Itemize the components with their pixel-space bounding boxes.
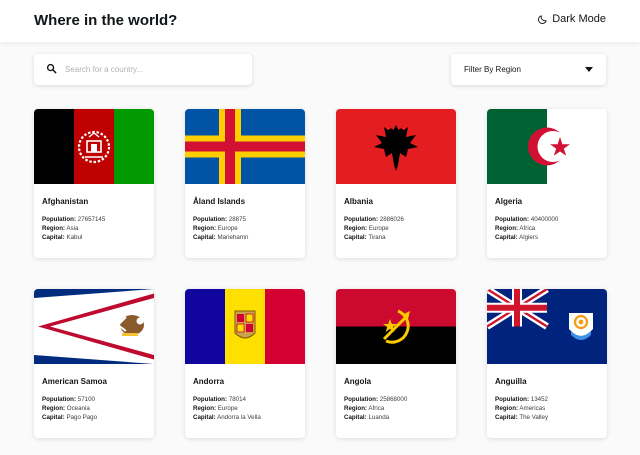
region-value: Europe [368, 225, 389, 232]
population-value: 27657145 [77, 216, 106, 223]
country-card[interactable]: Åland Islands Population: 28875 Region: … [185, 109, 305, 258]
search-icon [46, 61, 57, 79]
population-label: Population: [344, 216, 379, 223]
population-value: 78014 [228, 396, 246, 403]
country-card[interactable]: American Samoa Population: 57100 Region:… [34, 289, 154, 438]
capital-value: Tirana [368, 234, 386, 241]
dark-mode-label: Dark Mode [552, 13, 606, 25]
capital-label: Capital: [344, 414, 367, 421]
capital-value: Mariehamn [217, 234, 249, 241]
capital-label: Capital: [495, 234, 518, 241]
population-label: Population: [495, 396, 530, 403]
andorra-flag [185, 289, 305, 364]
region-value: Europe [217, 225, 238, 232]
app-title: Where in the world? [34, 12, 178, 29]
population-value: 2886026 [379, 216, 404, 223]
region-label: Region: [193, 405, 217, 412]
country-name: Anguilla [495, 377, 527, 386]
population-value: 40400000 [530, 216, 559, 223]
search-box[interactable] [34, 54, 252, 85]
country-card[interactable]: Afghanistan Population: 27657145 Region:… [34, 109, 154, 258]
capital-label: Capital: [344, 234, 367, 241]
region-label: Region: [344, 225, 368, 232]
algeria-flag [487, 109, 607, 184]
population-value: 13452 [530, 396, 548, 403]
country-card[interactable]: Andorra Population: 78014 Region: Europe… [185, 289, 305, 438]
search-input[interactable] [65, 65, 235, 74]
anguilla-flag [487, 289, 607, 364]
country-name: Åland Islands [193, 197, 246, 206]
region-label: Region: [495, 405, 519, 412]
moon-icon [537, 14, 548, 25]
population-label: Population: [193, 396, 228, 403]
region-label: Region: [344, 405, 368, 412]
region-value: Europe [217, 405, 238, 412]
population-label: Population: [42, 396, 77, 403]
site-header: Where in the world? Dark Mode [0, 0, 640, 42]
region-value: Africa [519, 225, 536, 232]
country-name: Albania [344, 197, 373, 206]
country-name: Andorra [193, 377, 225, 386]
country-card[interactable]: Albania Population: 2886026 Region: Euro… [336, 109, 456, 258]
capital-value: Andorra la Vella [217, 414, 261, 421]
region-label: Region: [42, 405, 66, 412]
country-card[interactable]: Angola Population: 25868000 Region: Afri… [336, 289, 456, 438]
region-filter-label: Filter By Region [464, 65, 521, 74]
capital-value: Algiers [519, 234, 539, 241]
region-value: Oceania [66, 405, 90, 412]
caret-down-icon [585, 65, 593, 74]
country-name: American Samoa [42, 377, 107, 386]
country-card[interactable]: Anguilla Population: 13452 Region: Ameri… [487, 289, 607, 438]
region-label: Region: [495, 225, 519, 232]
angola-flag [336, 289, 456, 364]
population-label: Population: [495, 216, 530, 223]
aland-islands-flag [185, 109, 305, 184]
population-value: 57100 [77, 396, 95, 403]
region-value: Africa [368, 405, 385, 412]
capital-label: Capital: [495, 414, 518, 421]
region-value: Americas [519, 405, 546, 412]
country-name: Angola [344, 377, 372, 386]
american-samoa-flag [34, 289, 154, 364]
afghanistan-flag [34, 109, 154, 184]
population-label: Population: [42, 216, 77, 223]
capital-label: Capital: [193, 414, 216, 421]
capital-value: Kabul [66, 234, 83, 241]
capital-value: Pago Pago [66, 414, 98, 421]
population-label: Population: [193, 216, 228, 223]
population-label: Population: [344, 396, 379, 403]
population-value: 28875 [228, 216, 246, 223]
region-value: Asia [66, 225, 79, 232]
country-name: Afghanistan [42, 197, 89, 206]
country-card[interactable]: Algeria Population: 40400000 Region: Afr… [487, 109, 607, 258]
capital-label: Capital: [42, 414, 65, 421]
region-label: Region: [42, 225, 66, 232]
capital-value: The Valley [519, 414, 549, 421]
region-label: Region: [193, 225, 217, 232]
country-name: Algeria [495, 197, 523, 206]
capital-label: Capital: [193, 234, 216, 241]
capital-value: Luanda [368, 414, 390, 421]
albania-flag [336, 109, 456, 184]
capital-label: Capital: [42, 234, 65, 241]
population-value: 25868000 [379, 396, 408, 403]
region-filter-dropdown[interactable]: Filter By Region [451, 54, 606, 85]
dark-mode-toggle[interactable]: Dark Mode [537, 13, 606, 25]
